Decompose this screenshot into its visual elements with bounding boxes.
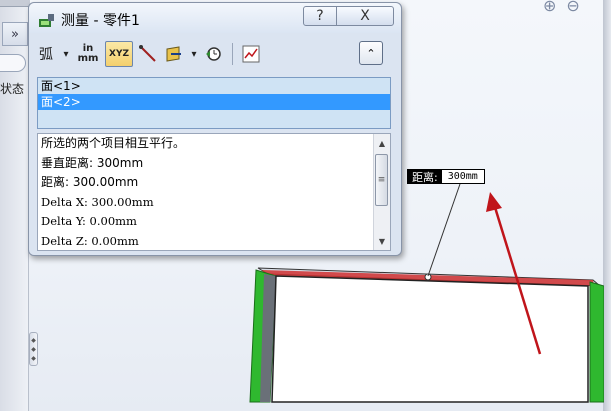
right-green-face[interactable] (589, 281, 604, 403)
chevron-down-icon[interactable]: ▾ (61, 41, 71, 67)
arc-circle-measure-button[interactable]: 弧 (35, 41, 57, 67)
units-precision-button[interactable]: in mm (75, 41, 101, 67)
selection-list[interactable]: 面<1> 面<2> (37, 77, 391, 129)
part-model[interactable] (248, 262, 604, 408)
projection-button[interactable] (163, 41, 185, 67)
result-distance: 距离: 300.00mm (41, 175, 139, 189)
toolbar-separator (232, 43, 233, 65)
grip-dot-icon: ◆ (31, 336, 36, 344)
measurement-history-button[interactable] (203, 41, 225, 67)
results-scrollbar[interactable]: ▲ ≡ ▼ (373, 134, 390, 250)
measure-point (424, 273, 432, 281)
create-sensor-button[interactable] (240, 41, 262, 67)
sensor-graph-icon (242, 45, 260, 63)
result-message: 所选的两个项目相互平行。 (41, 136, 186, 150)
window-right-edge (603, 0, 611, 411)
measure-toolbar: 弧 ▾ in mm XYZ ▾ (35, 37, 395, 71)
measure-dialog[interactable]: 测量 - 零件1 ? X 弧 ▾ in mm XYZ ▾ ⌃ 面<1> 面<2>… (28, 2, 402, 256)
close-button[interactable]: X (336, 6, 394, 26)
dialog-title: 测量 - 零件1 (61, 13, 140, 29)
list-item[interactable]: 面<1> (38, 78, 390, 94)
results-panel: 所选的两个项目相互平行。 垂直距离: 300mm 距离: 300.00mm De… (37, 133, 391, 251)
view-zoom-tools: ⊕ ⊖ (543, 0, 580, 15)
grip-dot-icon: ◆ (31, 345, 36, 353)
chevron-down-icon[interactable]: ▾ (189, 41, 199, 67)
result-delta-y: Delta Y: 0.00mm (41, 214, 137, 228)
collapse-panel-button[interactable]: » (2, 22, 28, 46)
scroll-up-icon[interactable]: ▲ (374, 136, 390, 150)
result-delta-x: Delta X: 300.00mm (41, 194, 154, 209)
result-normal-distance: 垂直距离: 300mm (41, 155, 144, 170)
scroll-thumb[interactable]: ≡ (375, 154, 388, 206)
projection-icon (166, 46, 181, 62)
grip-dot-icon: ◆ (31, 354, 36, 362)
units-bottom-label: mm (77, 53, 99, 64)
measure-app-icon (39, 14, 54, 27)
result-delta-z: Delta Z: 0.00mm (41, 233, 139, 248)
measurement-label: 距离: 300mm (407, 169, 485, 184)
line-measure-icon (139, 45, 156, 62)
panel-rounded-field (0, 54, 26, 72)
point-to-point-button[interactable] (137, 41, 159, 67)
panel-resize-handle[interactable]: ◆ ◆ ◆ (29, 332, 38, 366)
expand-dialog-button[interactable]: ⌃ (359, 41, 383, 65)
measurement-value: 300mm (447, 171, 478, 182)
front-face[interactable] (271, 275, 589, 403)
history-clock-icon (206, 47, 221, 61)
list-item-selected[interactable]: 面<2> (38, 94, 390, 110)
measurement-key: 距离: (408, 170, 442, 184)
zoom-to-fit-icon[interactable]: ⊕ (543, 0, 556, 15)
scroll-down-icon[interactable]: ▼ (374, 234, 390, 248)
status-label: 状态 (0, 82, 25, 96)
dialog-title-bar[interactable]: 测量 - 零件1 ? X (29, 3, 401, 33)
top-tab-edge (0, 0, 30, 7)
help-button[interactable]: ? (303, 6, 337, 26)
zoom-to-area-icon[interactable]: ⊖ (566, 0, 579, 15)
show-xyz-button[interactable]: XYZ (105, 41, 133, 67)
